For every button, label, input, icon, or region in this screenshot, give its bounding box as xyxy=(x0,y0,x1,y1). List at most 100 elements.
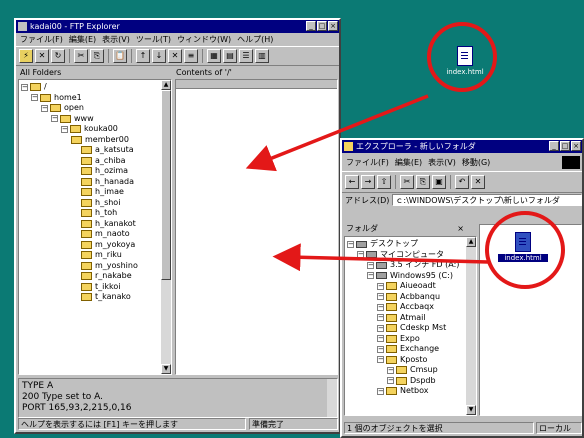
forward-icon[interactable]: → xyxy=(361,175,375,189)
disconnect-icon[interactable]: ✕ xyxy=(35,49,49,63)
tree-item[interactable]: t_ikkoi xyxy=(21,282,171,293)
address-field[interactable]: ｃ:\WINDOWS\デスクトップ\新しいフォルダ xyxy=(392,194,582,206)
explorer-title-bar[interactable]: エクスプローラ - 新しいフォルダ _ □ × xyxy=(342,140,582,153)
expand-toggle-icon[interactable]: − xyxy=(367,272,374,280)
tree-item[interactable]: − Cmsup xyxy=(347,365,476,376)
paste-icon[interactable]: 📋 xyxy=(113,49,127,63)
expand-toggle-icon[interactable]: − xyxy=(377,314,384,322)
expand-toggle-icon[interactable]: − xyxy=(377,324,384,332)
tree-item[interactable]: − kouka00 xyxy=(21,124,171,135)
menu-go[interactable]: 移動(G) xyxy=(462,157,490,168)
back-icon[interactable]: ← xyxy=(345,175,359,189)
scroll-down-icon[interactable]: ▼ xyxy=(161,364,171,374)
expand-toggle-icon[interactable]: − xyxy=(61,125,68,133)
scroll-up-icon[interactable]: ▲ xyxy=(161,80,171,90)
tree-item[interactable]: − 3.5 インチ FD (A:) xyxy=(347,260,476,271)
menu-help[interactable]: ヘルプ(H) xyxy=(237,34,273,45)
tree-item[interactable]: m_yokoya xyxy=(21,240,171,251)
expand-toggle-icon[interactable]: − xyxy=(377,345,384,353)
scroll-thumb[interactable] xyxy=(161,90,171,280)
tree-item[interactable]: h_imae xyxy=(21,187,171,198)
tree-item[interactable]: − Netbox xyxy=(347,386,476,397)
expand-toggle-icon[interactable]: − xyxy=(387,366,394,374)
close-pane-icon[interactable]: × xyxy=(457,224,464,234)
tree-item[interactable]: h_toh xyxy=(21,208,171,219)
expand-toggle-icon[interactable]: − xyxy=(377,303,384,311)
menu-tools[interactable]: ツール(T) xyxy=(136,34,171,45)
scroll-up-icon[interactable]: ▲ xyxy=(466,237,476,247)
tree-item[interactable]: member00 xyxy=(21,135,171,146)
tree-item[interactable]: − Windows95 (C:) xyxy=(347,271,476,282)
tree-scrollbar[interactable]: ▲ ▼ xyxy=(466,237,476,415)
large-icons-icon[interactable]: ▦ xyxy=(207,49,221,63)
ftp-contents-pane[interactable] xyxy=(175,79,338,375)
tree-item[interactable]: t_kanako xyxy=(21,292,171,303)
tree-scrollbar[interactable]: ▲ ▼ xyxy=(161,80,171,374)
tree-item[interactable]: h_ozima xyxy=(21,166,171,177)
expand-toggle-icon[interactable]: − xyxy=(21,83,28,91)
minimize-button[interactable]: _ xyxy=(549,141,559,151)
expand-toggle-icon[interactable]: − xyxy=(51,115,58,123)
minimize-button[interactable]: _ xyxy=(306,21,316,31)
tree-item[interactable]: − / xyxy=(21,82,171,93)
copy-icon[interactable]: ⎘ xyxy=(416,175,430,189)
tree-item[interactable]: m_riku xyxy=(21,250,171,261)
tree-item[interactable]: − Cdeskp Mst xyxy=(347,323,476,334)
expand-toggle-icon[interactable]: − xyxy=(377,293,384,301)
refresh-icon[interactable]: ↻ xyxy=(51,49,65,63)
close-button[interactable]: × xyxy=(571,141,581,151)
maximize-button[interactable]: □ xyxy=(317,21,327,31)
tree-item[interactable]: − Acbbanqu xyxy=(347,292,476,303)
undo-icon[interactable]: ↶ xyxy=(455,175,469,189)
tree-item[interactable]: a_katsuta xyxy=(21,145,171,156)
cut-icon[interactable]: ✂ xyxy=(400,175,414,189)
download-icon[interactable]: ↓ xyxy=(152,49,166,63)
tree-item[interactable]: − デスクトップ xyxy=(347,239,476,250)
tree-item[interactable]: − Expo xyxy=(347,334,476,345)
small-icons-icon[interactable]: ▤ xyxy=(223,49,237,63)
menu-file[interactable]: ファイル(F) xyxy=(346,157,389,168)
expand-toggle-icon[interactable]: − xyxy=(367,261,374,269)
expand-toggle-icon[interactable]: − xyxy=(377,356,384,364)
expand-toggle-icon[interactable]: − xyxy=(377,282,384,290)
menu-edit[interactable]: 編集(E) xyxy=(395,157,422,168)
tree-item[interactable]: − Exchange xyxy=(347,344,476,355)
tree-item[interactable]: − open xyxy=(21,103,171,114)
tree-item[interactable]: a_chiba xyxy=(21,156,171,167)
tree-item[interactable]: − Aiueoadt xyxy=(347,281,476,292)
explorer-folder-tree[interactable]: − デスクトップ − マイコンピュータ −3.5 インチ FD (A:) − Windows… xyxy=(344,236,477,416)
scroll-down-icon[interactable]: ▼ xyxy=(466,405,476,415)
menu-file[interactable]: ファイル(F) xyxy=(20,34,63,45)
delete-icon[interactable]: ✕ xyxy=(168,49,182,63)
expand-toggle-icon[interactable]: − xyxy=(41,104,48,112)
tree-item[interactable]: h_shoi xyxy=(21,198,171,209)
tree-item[interactable]: h_kanakot xyxy=(21,219,171,230)
expand-toggle-icon[interactable]: − xyxy=(377,387,384,395)
paste-icon[interactable]: ▣ xyxy=(432,175,446,189)
tree-item[interactable]: − Atmail xyxy=(347,313,476,324)
cut-icon[interactable]: ✂ xyxy=(74,49,88,63)
menu-window[interactable]: ウィンドウ(W) xyxy=(177,34,231,45)
details-view-icon[interactable]: ▥ xyxy=(255,49,269,63)
tree-item[interactable]: − home1 xyxy=(21,93,171,104)
ftp-title-bar[interactable]: kadai00 - FTP Explorer _ □ × xyxy=(16,20,339,33)
expand-toggle-icon[interactable]: − xyxy=(347,240,354,248)
tree-item[interactable]: m_yoshino xyxy=(21,261,171,272)
log-scrollbar[interactable] xyxy=(327,379,337,417)
tree-item[interactable]: − Dspdb xyxy=(347,376,476,387)
connect-icon[interactable]: ⚡ xyxy=(19,49,33,63)
tree-item[interactable]: − Accbaqx xyxy=(347,302,476,313)
tree-item[interactable]: − Kposto xyxy=(347,355,476,366)
menu-view[interactable]: 表示(V) xyxy=(102,34,130,45)
maximize-button[interactable]: □ xyxy=(560,141,570,151)
tree-item[interactable]: r_nakabe xyxy=(21,271,171,282)
menu-edit[interactable]: 編集(E) xyxy=(69,34,96,45)
delete-icon[interactable]: ✕ xyxy=(471,175,485,189)
menu-view[interactable]: 表示(V) xyxy=(428,157,456,168)
list-view-icon[interactable]: ☰ xyxy=(239,49,253,63)
expand-toggle-icon[interactable]: − xyxy=(377,335,384,343)
expand-toggle-icon[interactable]: − xyxy=(31,94,38,102)
tree-item[interactable]: h_hanada xyxy=(21,177,171,188)
copy-icon[interactable]: ⎘ xyxy=(90,49,104,63)
upload-icon[interactable]: ↑ xyxy=(136,49,150,63)
